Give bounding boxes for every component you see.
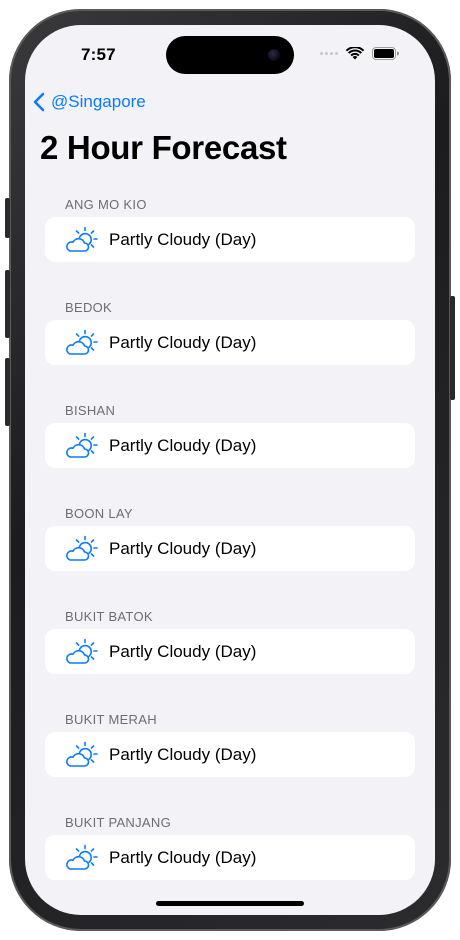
dynamic-island xyxy=(166,36,294,74)
partly-cloudy-day-icon xyxy=(63,226,99,254)
forecast-row[interactable]: Partly Cloudy (Day) xyxy=(45,526,415,571)
screen: 7:57 @Singapore 2 Hour Forecast ANG MO K… xyxy=(25,25,435,915)
forecast-section-5: BUKIT MERAH Partly Cloudy (Day) xyxy=(44,709,416,812)
forecast-row[interactable]: Partly Cloudy (Day) xyxy=(45,320,415,365)
area-name: ANG MO KIO xyxy=(65,197,147,212)
home-indicator[interactable] xyxy=(156,901,304,906)
forecast-section-4: BUKIT BATOK Partly Cloudy (Day) xyxy=(44,606,416,709)
volume-down-button xyxy=(5,358,10,426)
forecast-text: Partly Cloudy (Day) xyxy=(109,229,257,249)
forecast-text: Partly Cloudy (Day) xyxy=(109,538,257,558)
chevron-left-icon xyxy=(33,92,45,112)
partly-cloudy-day-icon xyxy=(63,638,99,666)
status-bar: 7:57 xyxy=(25,25,435,85)
partly-cloudy-day-icon xyxy=(63,329,99,357)
wifi-icon xyxy=(346,47,364,60)
back-button[interactable]: @Singapore xyxy=(33,92,146,112)
action-button xyxy=(5,198,10,238)
forecast-text: Partly Cloudy (Day) xyxy=(109,435,257,455)
forecast-row[interactable]: Partly Cloudy (Day) xyxy=(45,732,415,777)
cellular-signal-icon xyxy=(320,52,338,55)
partly-cloudy-day-icon xyxy=(63,741,99,769)
forecast-text: Partly Cloudy (Day) xyxy=(109,744,257,764)
page-title: 2 Hour Forecast xyxy=(40,129,287,166)
volume-up-button xyxy=(5,270,10,338)
forecast-row[interactable]: Partly Cloudy (Day) xyxy=(45,629,415,674)
forecast-section-1: BEDOK Partly Cloudy (Day) xyxy=(44,297,416,400)
forecast-row[interactable]: Partly Cloudy (Day) xyxy=(45,217,415,262)
area-name: BUKIT PANJANG xyxy=(65,815,171,830)
area-name: BUKIT MERAH xyxy=(65,712,157,727)
area-name: BUKIT BATOK xyxy=(65,609,153,624)
forecast-row[interactable]: Partly Cloudy (Day) xyxy=(45,423,415,468)
partly-cloudy-day-icon xyxy=(63,844,99,872)
battery-icon xyxy=(372,47,399,60)
status-time: 7:57 xyxy=(81,45,116,64)
camera-icon xyxy=(268,49,280,61)
forecast-section-2: BISHAN Partly Cloudy (Day) xyxy=(44,400,416,503)
area-name: BISHAN xyxy=(65,403,116,418)
back-button-label: @Singapore xyxy=(51,92,146,111)
status-indicators xyxy=(320,47,399,60)
forecast-section-6: BUKIT PANJANG Partly Cloudy (Day) xyxy=(44,812,416,915)
partly-cloudy-day-icon xyxy=(63,535,99,563)
forecast-text: Partly Cloudy (Day) xyxy=(109,332,257,352)
area-name: BEDOK xyxy=(65,300,113,315)
forecast-text: Partly Cloudy (Day) xyxy=(109,847,257,867)
forecast-section-3: BOON LAY Partly Cloudy (Day) xyxy=(44,503,416,606)
forecast-row[interactable]: Partly Cloudy (Day) xyxy=(45,835,415,880)
power-button xyxy=(450,296,455,400)
area-name: BOON LAY xyxy=(65,506,133,521)
forecast-text: Partly Cloudy (Day) xyxy=(109,641,257,661)
partly-cloudy-day-icon xyxy=(63,432,99,460)
forecast-section-0: ANG MO KIO Partly Cloudy (Day) xyxy=(44,194,416,297)
forecast-list: ANG MO KIO Partly Cloudy (Day) BEDOK Par… xyxy=(44,194,416,915)
